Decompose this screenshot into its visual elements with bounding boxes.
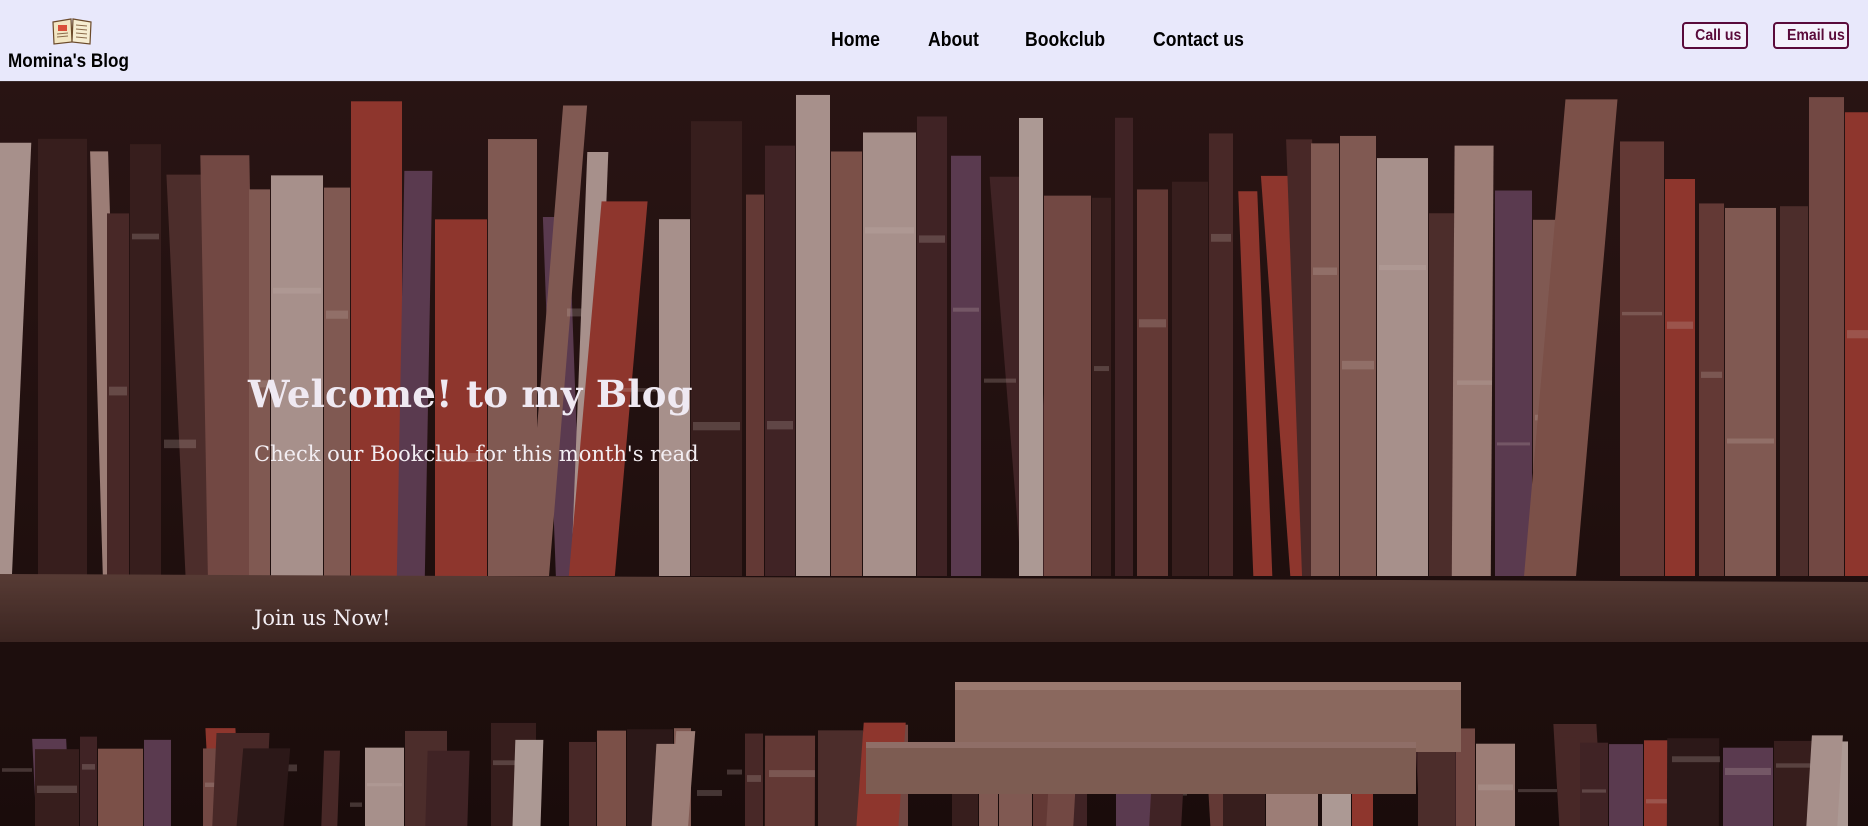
nav-about[interactable]: About (928, 29, 979, 52)
nav-home[interactable]: Home (831, 29, 880, 52)
email-us-button[interactable]: Email us (1773, 22, 1849, 49)
logo-link[interactable]: Momina's Blog (8, 16, 136, 76)
brand-name: Momina's Blog (8, 51, 129, 72)
email-us-label: Email us (1786, 27, 1845, 44)
call-us-label: Call us (1695, 27, 1742, 44)
nav-contact-us[interactable]: Contact us (1153, 29, 1244, 52)
nav-bookclub[interactable]: Bookclub (1025, 29, 1105, 52)
header-bar: Momina's Blog Home About Bookclub Contac… (0, 0, 1868, 82)
hero-subtitle: Check our Bookclub for this month's read (254, 442, 699, 466)
hero-section: Welcome! to my Blog Check our Bookclub f… (0, 82, 1868, 826)
open-book-icon (52, 18, 92, 45)
hero-title: Welcome! to my Blog (248, 372, 693, 416)
call-us-button[interactable]: Call us (1682, 22, 1748, 49)
join-us-link[interactable]: Join us Now! (254, 606, 390, 630)
